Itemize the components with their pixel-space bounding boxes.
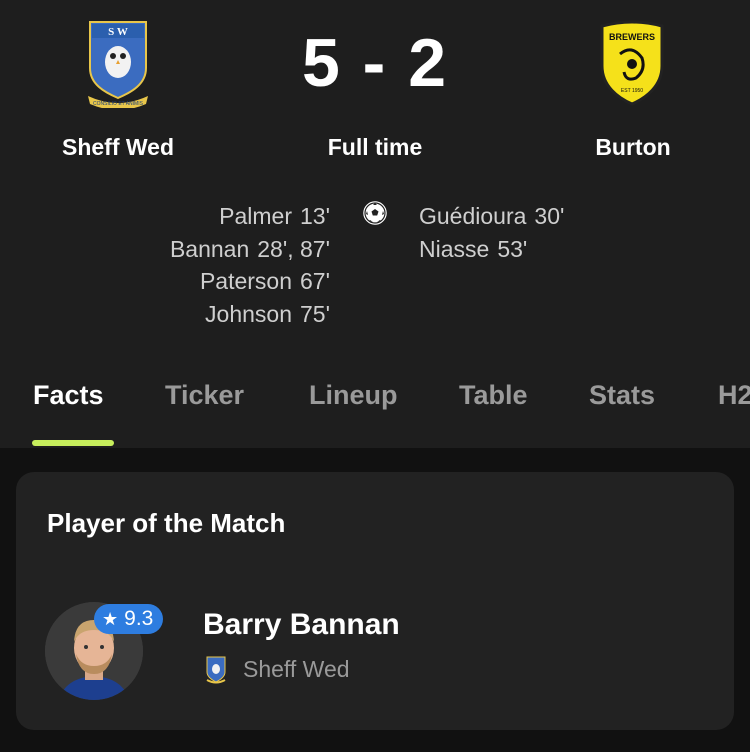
scorer-name: Palmer [219, 203, 293, 229]
scorer-name: Bannan [169, 235, 250, 262]
goal-minute: 30' [534, 203, 565, 229]
goal-minute: 53' [497, 235, 528, 262]
home-scorer: Bannan 28', 87' [170, 233, 330, 266]
match-score: 5 - 2 [301, 25, 449, 101]
match-tabs: Facts Ticker Lineup Table Stats H2H [0, 380, 750, 420]
player-of-the-match-card[interactable]: Player of the Match ★ 9.3 Barry Bannan S… [16, 472, 734, 730]
away-team-name[interactable]: Burton [533, 134, 733, 161]
tab-facts[interactable]: Facts [33, 380, 104, 411]
match-header: S W CONSILIO ET ANIMIS BREWERS EST 1950 … [0, 0, 750, 448]
tab-stats[interactable]: Stats [589, 380, 655, 411]
scorer-name: Paterson [199, 268, 293, 294]
goal-minute: 13' [300, 203, 330, 229]
home-scorer: Johnson 75' [170, 298, 330, 331]
football-icon [363, 201, 387, 225]
match-status: Full time [327, 134, 423, 160]
away-scorer: Niasse 53' [419, 233, 564, 266]
home-scorers-list: Palmer 13' Bannan 28', 87' Paterson 67' Joh… [170, 200, 330, 330]
tab-h2h[interactable]: H2H [718, 380, 750, 411]
active-tab-indicator [32, 440, 114, 446]
tab-ticker[interactable]: Ticker [165, 380, 244, 411]
goal-minute: 28', 87' [257, 235, 330, 262]
star-icon: ★ [102, 608, 119, 629]
card-title: Player of the Match [47, 508, 286, 538]
scorer-name: Johnson [205, 300, 293, 327]
player-name[interactable]: Barry Bannan [203, 608, 400, 642]
rating-value: 9.3 [124, 607, 154, 630]
scorer-name: Guédioura [419, 203, 527, 229]
sheffield-wednesday-crest-icon [206, 656, 226, 684]
scorer-name: Niasse [419, 235, 490, 262]
player-team-name: Sheff Wed [243, 656, 350, 682]
tab-lineup[interactable]: Lineup [309, 380, 398, 411]
home-team-name[interactable]: Sheff Wed [18, 134, 218, 161]
goal-minute: 75' [300, 300, 330, 327]
home-scorer: Paterson 67' [170, 265, 330, 298]
tab-table[interactable]: Table [459, 380, 528, 411]
goal-minute: 67' [300, 268, 330, 294]
away-scorer: Guédioura 30' [419, 200, 564, 233]
rating-badge: ★ 9.3 [94, 604, 164, 634]
away-scorers-list: Guédioura 30' Niasse 53' [419, 200, 564, 265]
home-scorer: Palmer 13' [170, 200, 330, 233]
